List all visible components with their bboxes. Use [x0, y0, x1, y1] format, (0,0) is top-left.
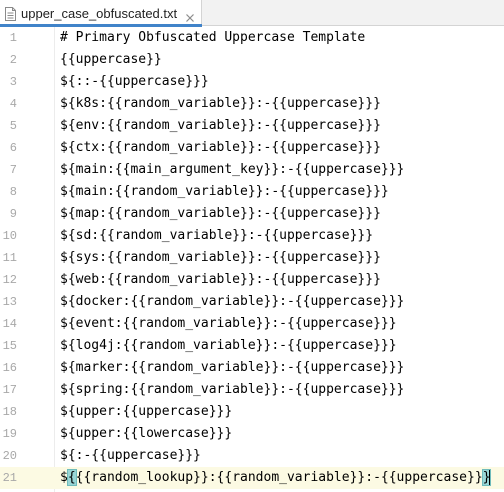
code-line[interactable]: 11 ${sys:{{random_variable}}:-{{uppercase…: [0, 247, 504, 269]
file-tab[interactable]: upper_case_obfuscated.txt: [0, 0, 202, 27]
text-caret: [489, 469, 491, 486]
editor-window: upper_case_obfuscated.txt 1 # Primary Obf…: [0, 0, 504, 492]
line-text: ${log4j:{{random_variable}}:-{{uppercase…: [60, 338, 397, 353]
tab-bar: upper_case_obfuscated.txt: [0, 0, 504, 27]
line-number: 21: [2, 471, 17, 485]
line-number: 12: [2, 273, 17, 287]
line-number: 19: [2, 427, 17, 441]
code-line[interactable]: 8 ${main:{{random_variable}}:-{{uppercase…: [0, 181, 504, 203]
line-text: ${env:{{random_variable}}:-{{uppercase}}…: [60, 118, 381, 133]
current-line[interactable]: 21 ${{{random_lookup}}:{{random_variable}…: [0, 467, 504, 489]
text-file-icon: [5, 6, 16, 21]
code-line[interactable]: 10 ${sd:{{random_variable}}:-{{uppercase}…: [0, 225, 504, 247]
code-line[interactable]: 6 ${ctx:{{random_variable}}:-{{uppercase}…: [0, 137, 504, 159]
tab-filename: upper_case_obfuscated.txt: [21, 5, 178, 21]
code-line[interactable]: 12 ${web:{{random_variable}}:-{{uppercase…: [0, 269, 504, 291]
line-text: ${event:{{random_variable}}:-{{uppercase…: [60, 316, 397, 331]
line-number: 8: [9, 185, 17, 199]
line-text: ${sd:{{random_variable}}:-{{uppercase}}}: [60, 228, 374, 243]
code-line[interactable]: 9 ${map:{{random_variable}}:-{{uppercase}…: [0, 203, 504, 225]
line-number: 20: [2, 449, 17, 463]
close-icon[interactable]: [185, 8, 195, 22]
code-line[interactable]: 17 ${spring:{{random_variable}}:-{{upperc…: [0, 379, 504, 401]
line-number: 7: [9, 163, 17, 177]
line-text: {{uppercase}}: [60, 52, 162, 67]
line-text: ${marker:{{random_variable}}:-{{uppercas…: [60, 360, 405, 375]
line-text: ${:-{{uppercase}}}: [60, 448, 201, 463]
line-number: 4: [9, 97, 17, 111]
line-text: ${main:{{main_argument_key}}:-{{uppercas…: [60, 162, 405, 177]
code-line[interactable]: 14 ${event:{{random_variable}}:-{{upperca…: [0, 313, 504, 335]
line-number: 15: [2, 339, 17, 353]
code-line[interactable]: 16 ${marker:{{random_variable}}:-{{upperc…: [0, 357, 504, 379]
code-line[interactable]: 13 ${docker:{{random_variable}}:-{{upperc…: [0, 291, 504, 313]
line-text: ${sys:{{random_variable}}:-{{uppercase}}…: [60, 250, 381, 265]
line-text: ${web:{{random_variable}}:-{{uppercase}}…: [60, 272, 381, 287]
code-editor[interactable]: 1 # Primary Obfuscated Uppercase Template…: [0, 27, 504, 492]
line-number: 11: [2, 251, 17, 265]
code-line[interactable]: 19 ${upper:{{lowercase}}}: [0, 423, 504, 445]
line-number: 1: [9, 31, 17, 45]
line-number: 6: [9, 141, 17, 155]
line-number: 5: [9, 119, 17, 133]
editor-lines: 1 # Primary Obfuscated Uppercase Template…: [0, 27, 504, 489]
text-middle: {{random_lookup}}:{{random_variable}}:-{…: [75, 470, 483, 485]
line-number: 10: [2, 229, 17, 243]
line-text: ${map:{{random_variable}}:-{{uppercase}}…: [60, 206, 381, 221]
code-line[interactable]: 20 ${:-{{uppercase}}}: [0, 445, 504, 467]
line-number: 14: [2, 317, 17, 331]
line-text: ${spring:{{random_variable}}:-{{uppercas…: [60, 382, 405, 397]
code-line[interactable]: 2 {{uppercase}}: [0, 49, 504, 71]
line-text: ${{{random_lookup}}:{{random_variable}}:…: [60, 467, 492, 489]
line-text: # Primary Obfuscated Uppercase Template: [60, 30, 366, 45]
code-line[interactable]: 18 ${upper:{{uppercase}}}: [0, 401, 504, 423]
line-number: 2: [9, 53, 17, 67]
code-line[interactable]: 5 ${env:{{random_variable}}:-{{uppercase}…: [0, 115, 504, 137]
line-number: 17: [2, 383, 17, 397]
line-text: ${upper:{{uppercase}}}: [60, 404, 233, 419]
line-number: 16: [2, 361, 17, 375]
code-line[interactable]: 4 ${k8s:{{random_variable}}:-{{uppercase}…: [0, 93, 504, 115]
line-number: 18: [2, 405, 17, 419]
line-text: ${docker:{{random_variable}}:-{{uppercas…: [60, 294, 405, 309]
code-line[interactable]: 7 ${main:{{main_argument_key}}:-{{upperca…: [0, 159, 504, 181]
line-text: ${::-{{uppercase}}}: [60, 74, 209, 89]
line-text: ${upper:{{lowercase}}}: [60, 426, 233, 441]
code-line[interactable]: 3 ${::-{{uppercase}}}: [0, 71, 504, 93]
text-prefix: $: [60, 470, 68, 485]
line-number: 3: [9, 75, 17, 89]
line-text: ${main:{{random_variable}}:-{{uppercase}…: [60, 184, 389, 199]
line-text: ${k8s:{{random_variable}}:-{{uppercase}}…: [60, 96, 381, 111]
line-number: 9: [9, 207, 17, 221]
code-line[interactable]: 15 ${log4j:{{random_variable}}:-{{upperca…: [0, 335, 504, 357]
code-line[interactable]: 1 # Primary Obfuscated Uppercase Template: [0, 27, 504, 49]
line-text: ${ctx:{{random_variable}}:-{{uppercase}}…: [60, 140, 381, 155]
matched-brace-open: {: [66, 469, 77, 486]
line-number: 13: [2, 295, 17, 309]
